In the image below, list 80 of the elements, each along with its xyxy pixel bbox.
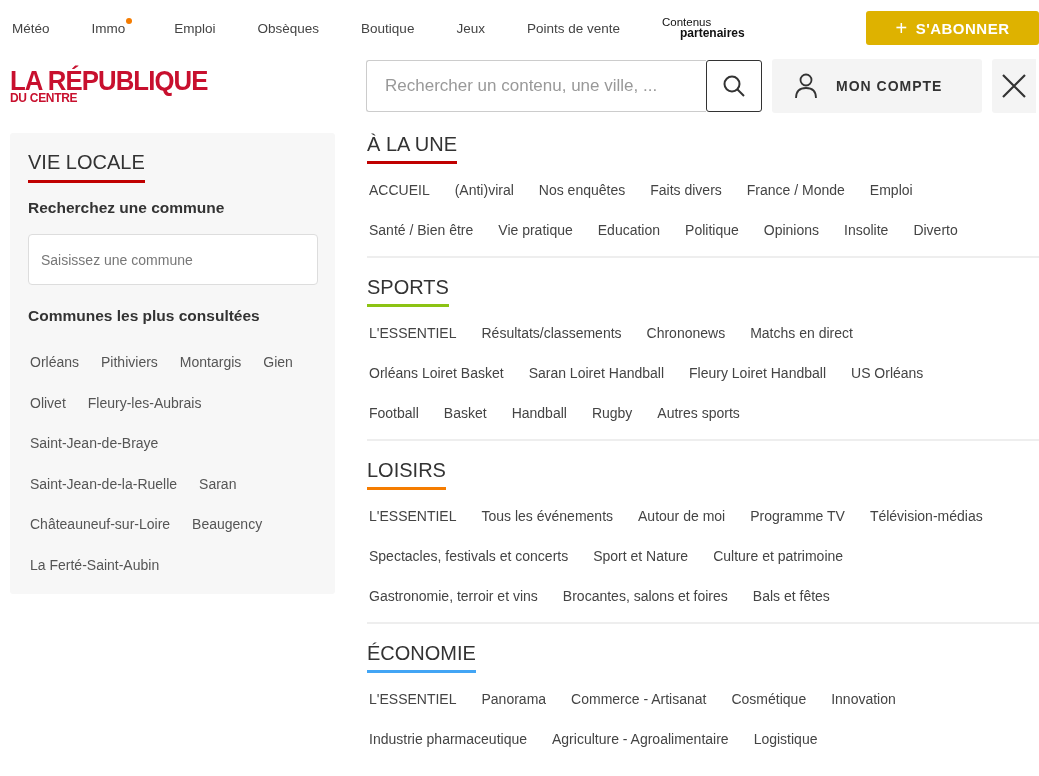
user-icon [794, 73, 818, 99]
search-icon [722, 74, 746, 98]
category-link[interactable]: Diverto [913, 222, 958, 238]
category-link[interactable]: Autour de moi [638, 508, 726, 524]
category-link[interactable]: Faits divers [650, 182, 722, 198]
category-link[interactable]: Spectacles, festivals et concerts [369, 548, 569, 564]
category-link[interactable]: Commerce - Artisanat [571, 691, 707, 707]
category-link[interactable]: Industrie pharmaceutique [369, 731, 527, 747]
category-link[interactable]: Insolite [844, 222, 889, 238]
category-link[interactable]: Basket [443, 405, 487, 421]
search-button[interactable] [706, 60, 762, 112]
close-icon [1001, 73, 1027, 99]
commune-link[interactable]: Montargis [179, 354, 242, 371]
section-title: À LA UNE [367, 133, 458, 164]
category-link[interactable]: Nos enquêtes [538, 182, 626, 198]
nav-link[interactable]: Emploi [174, 20, 216, 36]
nav-link[interactable]: Obsèques [257, 20, 320, 36]
category-link[interactable]: Education [597, 222, 661, 238]
category-link[interactable]: Cosmétique [731, 691, 807, 707]
popular-heading: Communes les plus consultées [28, 307, 261, 325]
category-link[interactable]: Culture et patrimoine [713, 548, 844, 564]
category-link[interactable]: Orléans Loiret Basket [369, 365, 504, 381]
partners-link[interactable]: Contenus partenaires [662, 17, 745, 39]
category-link[interactable]: Saran Loiret Handball [528, 365, 665, 381]
category-link[interactable]: Opinions [763, 222, 819, 238]
close-button[interactable] [992, 59, 1036, 113]
commune-link[interactable]: La Ferté-Saint-Aubin [30, 556, 160, 573]
category-link[interactable]: Bals et fêtes [752, 588, 830, 604]
category-link[interactable]: L'ESSENTIEL [369, 508, 457, 524]
category-link[interactable]: Agriculture - Agroalimentaire [552, 731, 729, 747]
category-link[interactable]: Football [369, 405, 419, 421]
category-link[interactable]: Télévision-médias [869, 508, 983, 524]
category-link[interactable]: Matchs en direct [750, 325, 853, 341]
category-link[interactable]: Emploi [869, 182, 913, 198]
nav-link[interactable]: Boutique [361, 20, 415, 36]
search-heading: Recherchez une commune [28, 199, 226, 217]
category-link[interactable]: (Anti)viral [454, 182, 514, 198]
nav-link[interactable]: Météo [12, 20, 50, 36]
category-link[interactable]: Vie pratique [498, 222, 573, 238]
nav-link[interactable]: Immo [91, 20, 126, 36]
category-link[interactable]: Santé / Bien être [369, 222, 474, 238]
category-link[interactable]: L'ESSENTIEL [369, 325, 457, 341]
commune-link[interactable]: Fleury-les-Aubrais [87, 394, 202, 411]
category-link[interactable]: Innovation [831, 691, 896, 707]
category-link[interactable]: Chrononews [646, 325, 726, 341]
category-link[interactable]: France / Monde [746, 182, 845, 198]
account-button[interactable]: MON COMPTE [772, 59, 982, 113]
section-title: SPORTS [367, 276, 449, 307]
category-link[interactable]: Gastronomie, terroir et vins [369, 588, 538, 604]
commune-link[interactable]: Saint-Jean-de-la-Ruelle [30, 475, 178, 492]
section-title: LOISIRS [367, 459, 446, 490]
commune-link[interactable]: Gien [263, 354, 293, 371]
category-link[interactable]: Logistique [753, 731, 818, 747]
nav-link[interactable]: Points de vente [526, 20, 620, 36]
category-link[interactable]: Rugby [591, 405, 633, 421]
category-link[interactable]: Résultats/classements [481, 325, 622, 341]
nav-link[interactable]: Jeux [456, 20, 485, 36]
commune-link[interactable]: Pithiviers [101, 354, 158, 371]
commune-link[interactable]: Châteauneuf-sur-Loire [30, 516, 171, 533]
commune-link[interactable]: Saran [199, 475, 237, 492]
category-link[interactable]: Autres sports [657, 405, 740, 421]
commune-link[interactable]: Olivet [30, 394, 66, 411]
category-link[interactable]: Fleury Loiret Handball [689, 365, 826, 381]
section-title: ÉCONOMIE [367, 642, 476, 673]
section-title: VIE LOCALE [28, 151, 145, 183]
commune-link[interactable]: Beaugency [192, 516, 263, 533]
category-link[interactable]: L'ESSENTIEL [369, 691, 457, 707]
search-field[interactable]: Rechercher un contenu, une ville, ... [366, 60, 706, 112]
commune-link[interactable]: Saint-Jean-de-Braye [30, 435, 159, 452]
commune-input-field[interactable]: Saisissez une commune [28, 234, 318, 285]
category-link[interactable]: US Orléans [851, 365, 924, 381]
category-link[interactable]: ACCUEIL [369, 182, 430, 198]
category-link[interactable]: Panorama [481, 691, 547, 707]
category-link[interactable]: Handball [511, 405, 567, 421]
category-link[interactable]: Politique [685, 222, 739, 238]
category-link[interactable]: Sport et Nature [593, 548, 689, 564]
category-link[interactable]: Programme TV [750, 508, 845, 524]
commune-link[interactable]: Orléans [30, 354, 80, 371]
category-link[interactable]: Brocantes, salons et foires [562, 588, 728, 604]
category-link[interactable]: Tous les événements [481, 508, 614, 524]
